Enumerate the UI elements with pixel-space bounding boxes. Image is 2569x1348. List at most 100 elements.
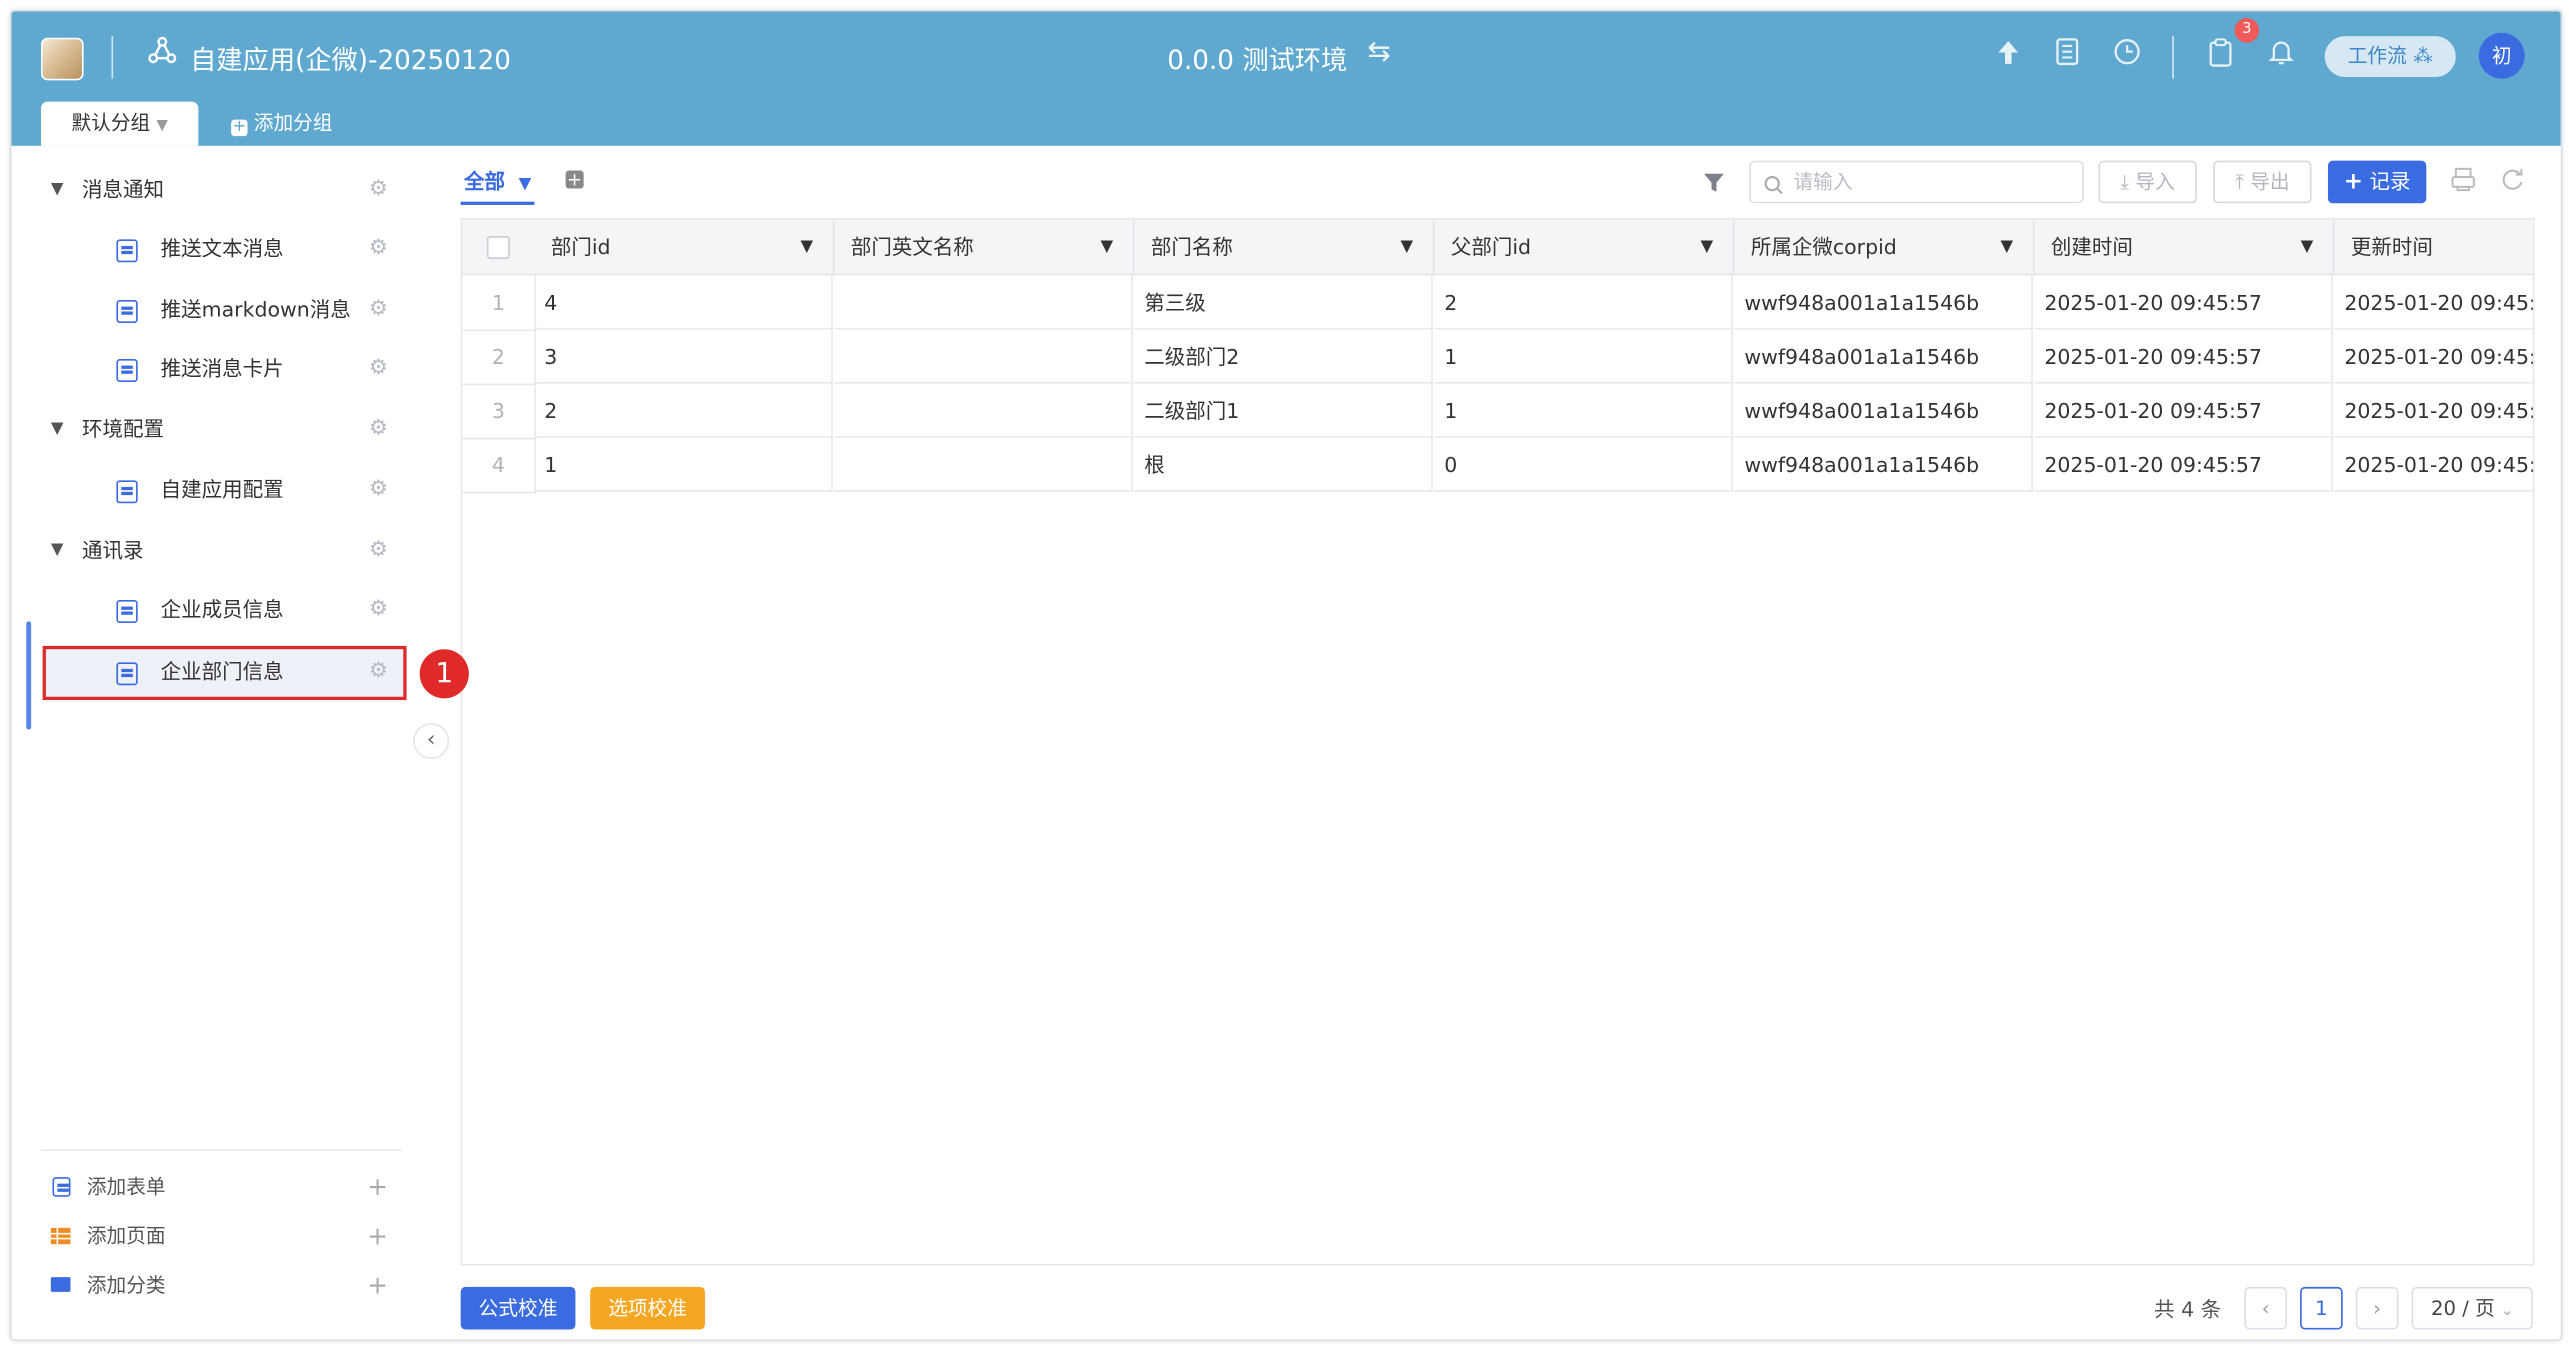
table-grid-icon [50, 1227, 71, 1245]
table-cell[interactable]: 2025-01-20 09:45:57 [2034, 383, 2333, 438]
user-avatar[interactable]: 初 [2478, 32, 2525, 79]
table-cell[interactable]: 根 [1134, 437, 1433, 492]
table-cell[interactable] [834, 383, 1133, 438]
formula-check-button[interactable]: 公式校准 [460, 1286, 576, 1330]
bell-icon[interactable] [2268, 38, 2294, 74]
gear-icon[interactable]: ⚙ [369, 285, 388, 334]
add-form-row[interactable]: 添加表单 + [11, 1162, 431, 1211]
table-cell[interactable]: 4 [534, 275, 833, 330]
table-cell[interactable] [834, 437, 1133, 492]
sidebar-item-departments[interactable]: 企业部门信息 ⚙ [42, 645, 407, 701]
add-page-row[interactable]: 添加页面 + [11, 1212, 431, 1261]
sidebar-item-push-markdown[interactable]: 推送markdown消息 ⚙ [11, 285, 431, 334]
gear-icon[interactable]: ⚙ [369, 166, 388, 215]
sidebar-group-message-notification[interactable]: ▼ 消息通知 ⚙ [11, 166, 431, 215]
caret-down-icon[interactable]: ▼ [2001, 220, 2014, 274]
sidebar-item-members[interactable]: 企业成员信息 ⚙ [11, 585, 431, 634]
column-header-dept-name[interactable]: 部门名称 ▼ [1134, 219, 1435, 276]
gear-icon[interactable]: ⚙ [369, 585, 388, 634]
app-logo[interactable] [40, 37, 84, 81]
table-cell[interactable]: 2 [534, 383, 833, 438]
sidebar-item-push-card[interactable]: 推送消息卡片 ⚙ [11, 344, 431, 393]
table-cell[interactable] [834, 329, 1133, 384]
page-number-button[interactable]: 1 [2300, 1286, 2343, 1330]
table-cell[interactable]: wwf948a001a1a1546b [1734, 275, 2033, 330]
table-cell[interactable] [834, 275, 1133, 330]
column-header-parent-id[interactable]: 父部门id ▼ [1434, 219, 1735, 276]
table-cell[interactable]: 2025-01-20 09:45:57 [2034, 275, 2333, 330]
document-icon[interactable] [2056, 38, 2079, 72]
table-cell[interactable]: wwf948a001a1a1546b [1734, 329, 2033, 384]
publish-icon[interactable] [1997, 38, 2020, 74]
table-cell[interactable]: 2025-01-20 09:45: [2334, 330, 2533, 384]
option-check-button[interactable]: 选项校准 [590, 1286, 705, 1330]
add-group-button[interactable]: + 添加分组 [231, 102, 333, 146]
import-button[interactable]: ⤓ 导入 [2098, 160, 2197, 204]
gear-icon[interactable]: ⚙ [369, 405, 388, 454]
table-cell[interactable]: 2 [1434, 275, 1733, 330]
table-cell[interactable]: 二级部门2 [1134, 329, 1433, 384]
sidebar-item-app-config[interactable]: 自建应用配置 ⚙ [11, 466, 431, 515]
refresh-icon[interactable] [2500, 167, 2525, 198]
table-cell[interactable]: 2025-01-20 09:45: [2334, 275, 2533, 330]
table-cell[interactable]: 1 [534, 437, 833, 492]
table-cell[interactable]: 1 [1434, 329, 1733, 384]
table-cell[interactable]: 2025-01-20 09:45:57 [2034, 437, 2333, 492]
plus-icon[interactable]: + [367, 1162, 388, 1211]
table-cell[interactable]: 2025-01-20 09:45: [2334, 384, 2533, 438]
task-clipboard-icon[interactable] [2208, 38, 2233, 74]
history-clock-icon[interactable] [2113, 38, 2141, 72]
switch-environment-icon[interactable]: ⇆ [1367, 36, 1390, 69]
table-cell[interactable]: 0 [1434, 437, 1733, 492]
table-cell[interactable]: 2025-01-20 09:45: [2334, 438, 2533, 492]
table-cell[interactable]: 二级部门1 [1134, 383, 1433, 438]
column-header-created-at[interactable]: 创建时间 ▼ [2034, 219, 2335, 276]
tab-all-view[interactable]: 全部 ▼ [460, 166, 535, 205]
sidebar-item-push-text[interactable]: 推送文本消息 ⚙ [11, 225, 431, 274]
column-header-dept-en-name[interactable]: 部门英文名称 ▼ [834, 219, 1135, 276]
table-cell[interactable]: wwf948a001a1a1546b [1734, 437, 2033, 492]
add-form-label: 添加表单 [86, 1175, 166, 1199]
plus-icon[interactable]: + [367, 1212, 388, 1261]
table-cell[interactable]: 第三级 [1134, 275, 1433, 330]
add-record-button[interactable]: + 记录 [2327, 160, 2427, 204]
caret-down-icon[interactable]: ▼ [1701, 220, 1714, 274]
column-header-label: 更新时间 [2350, 234, 2433, 260]
table-cell[interactable]: 2025-01-20 09:45:57 [2034, 329, 2333, 384]
filter-icon[interactable] [1703, 169, 1724, 200]
caret-down-icon[interactable]: ▼ [2301, 220, 2314, 274]
environment-title[interactable]: 0.0.0 测试环境 [1167, 38, 1347, 77]
collapse-sidebar-button[interactable]: ‹ [413, 722, 450, 760]
sidebar-group-environment[interactable]: ▼ 环境配置 ⚙ [11, 405, 431, 454]
form-icon [52, 1177, 71, 1197]
gear-icon[interactable]: ⚙ [369, 466, 388, 515]
column-header-updated-at[interactable]: 更新时间 [2334, 219, 2533, 276]
next-page-button[interactable]: › [2355, 1286, 2399, 1330]
table-cell[interactable]: wwf948a001a1a1546b [1734, 383, 2033, 438]
prev-page-button[interactable]: ‹ [2244, 1286, 2287, 1330]
gear-icon[interactable]: ⚙ [369, 526, 388, 575]
page-size-select[interactable]: 20 / 页 ⌄ [2411, 1286, 2533, 1330]
export-button[interactable]: ⤒ 导出 [2213, 160, 2312, 204]
add-category-label: 添加分类 [86, 1273, 166, 1297]
add-category-row[interactable]: 添加分类 + [11, 1261, 431, 1310]
gear-icon[interactable]: ⚙ [369, 648, 388, 697]
gear-icon[interactable]: ⚙ [369, 344, 388, 393]
workflow-button[interactable]: 工作流 ⁂ [2324, 36, 2456, 78]
caret-down-icon[interactable]: ▼ [801, 220, 814, 274]
print-icon[interactable] [2451, 167, 2476, 198]
column-header-dept-id[interactable]: 部门id ▼ [534, 219, 835, 276]
search-input[interactable]: 请输入 [1749, 160, 2084, 204]
sidebar-group-contacts[interactable]: ▼ 通讯录 ⚙ [11, 526, 431, 575]
table-cell[interactable]: 3 [534, 329, 833, 384]
tab-default-group[interactable]: 默认分组 ▼ [40, 101, 199, 146]
gear-icon[interactable]: ⚙ [369, 225, 388, 274]
caret-down-icon[interactable]: ▼ [1401, 220, 1414, 274]
app-title[interactable]: 自建应用(企微)-20250120 [190, 38, 511, 77]
column-header-corpid[interactable]: 所属企微corpid ▼ [1734, 219, 2035, 276]
table-cell[interactable]: 1 [1434, 383, 1733, 438]
add-view-icon[interactable]: + [565, 170, 584, 189]
select-all-checkbox[interactable] [486, 236, 510, 260]
plus-icon[interactable]: + [367, 1261, 388, 1310]
caret-down-icon[interactable]: ▼ [1101, 220, 1114, 274]
